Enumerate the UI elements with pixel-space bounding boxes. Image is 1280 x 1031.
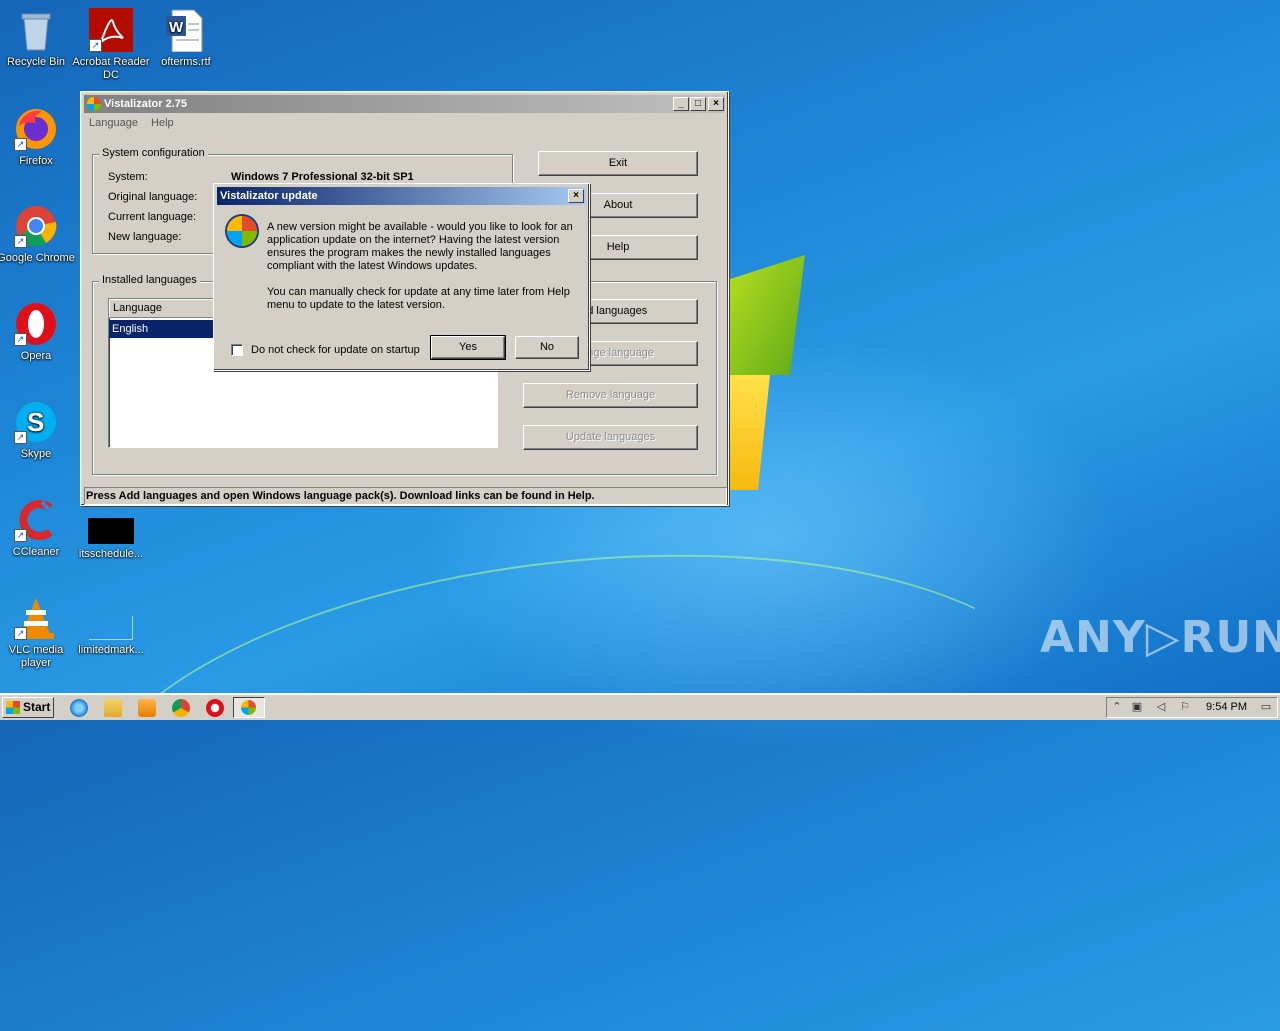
windows-logo-icon xyxy=(6,701,20,714)
list-item[interactable]: English xyxy=(109,320,219,338)
vistalizator-app-icon xyxy=(87,97,101,111)
maximize-button[interactable]: □ xyxy=(690,97,706,111)
dialog-message: A new version might be available - would… xyxy=(267,221,579,325)
svg-text:S: S xyxy=(27,407,44,437)
no-button[interactable]: No xyxy=(515,336,579,359)
shortcut-arrow-icon: ↗ xyxy=(14,529,27,542)
acrobat-icon: ↗ xyxy=(89,8,133,52)
dialog-paragraph-1: A new version might be available - would… xyxy=(267,221,573,272)
file-explorer-icon[interactable] xyxy=(104,699,122,717)
desktop-icon-ccleaner[interactable]: ↗ CCleaner xyxy=(0,498,75,559)
recycle-bin-icon xyxy=(14,8,58,52)
dialog-close-button[interactable]: × xyxy=(568,189,584,203)
network-icon[interactable]: ▣ xyxy=(1130,700,1144,714)
dialog-titlebar[interactable]: Vistalizator update × xyxy=(217,187,586,205)
desktop-icon-ofterms[interactable]: W ofterms.rtf xyxy=(147,8,225,69)
system-label: System: xyxy=(108,171,148,183)
svg-text:W: W xyxy=(169,19,184,36)
system-value: Windows 7 Professional 32-bit SP1 xyxy=(231,171,414,183)
system-tray: ⌃ ▣ ◁ ⚐ 9:54 PM ▭ xyxy=(1106,697,1278,718)
desktop-icon-limitedmark[interactable]: limitedmark... xyxy=(72,616,150,657)
menu-language[interactable]: Language xyxy=(89,117,138,129)
action-center-flag-icon[interactable]: ⚐ xyxy=(1178,700,1192,714)
start-button[interactable]: Start xyxy=(2,697,54,718)
menu-help[interactable]: Help xyxy=(151,117,174,129)
ccleaner-icon: ↗ xyxy=(14,498,58,542)
skype-icon: S ↗ xyxy=(14,400,58,444)
taskbar: Start ⌃ ▣ ◁ ⚐ 9:54 PM ▭ xyxy=(0,693,1280,720)
desktop-icon-skype[interactable]: S ↗ Skype xyxy=(0,400,75,461)
desktop-icon-label: VLC media player xyxy=(8,644,64,669)
desktop-icon-label: Firefox xyxy=(19,155,53,167)
group-label: Installed languages xyxy=(99,274,200,286)
desktop-icon-label: itsschedule... xyxy=(78,548,144,560)
wallpaper-swoosh xyxy=(60,508,1100,1031)
current-language-label: Current language: xyxy=(108,211,197,223)
anyrun-watermark: ANY▷RUN xyxy=(1040,612,1280,663)
menubar: Language Help xyxy=(84,114,179,132)
black-file-icon xyxy=(88,518,134,544)
dialog-paragraph-2: You can manually check for update at any… xyxy=(267,286,570,311)
shortcut-arrow-icon: ↗ xyxy=(14,627,27,640)
desktop-icon-firefox[interactable]: ↗ Firefox xyxy=(0,107,75,168)
wallpaper-flag-green xyxy=(730,255,805,375)
shortcut-arrow-icon: ↗ xyxy=(14,138,27,151)
start-label: Start xyxy=(23,700,51,714)
windows-logo-icon xyxy=(227,216,257,246)
checkbox-label[interactable]: Do not check for update on startup xyxy=(251,344,420,356)
desktop-icon-acrobat[interactable]: ↗ Acrobat Reader DC xyxy=(72,8,150,82)
update-languages-button[interactable]: Update languages xyxy=(523,425,698,450)
column-header-language[interactable]: Language xyxy=(109,299,219,318)
exit-button[interactable]: Exit xyxy=(538,151,698,176)
desktop-icon-label: limitedmark... xyxy=(78,644,144,656)
window-title: Vistalizator 2.75 xyxy=(104,98,187,110)
show-desktop-icon[interactable]: ▭ xyxy=(1259,700,1273,714)
yes-button[interactable]: Yes xyxy=(430,335,506,360)
status-bar: Press Add languages and open Windows lan… xyxy=(84,487,727,505)
desktop-icon-chrome[interactable]: ↗ Google Chrome xyxy=(0,204,75,265)
desktop-icon-vlc[interactable]: ↗ VLC media player xyxy=(0,596,75,670)
vistalizator-taskbar-icon xyxy=(241,700,256,715)
chrome-icon: ↗ xyxy=(14,204,58,248)
wallpaper-flag-yellow xyxy=(730,375,770,490)
clock[interactable]: 9:54 PM xyxy=(1206,701,1247,713)
desktop-icon-opera[interactable]: ↗ Opera xyxy=(0,302,75,363)
group-label: System configuration xyxy=(99,147,208,159)
volume-icon[interactable]: ◁ xyxy=(1154,700,1168,714)
chrome-taskbar-icon[interactable] xyxy=(172,699,190,717)
desktop-icon-label: Skype xyxy=(20,448,52,460)
desktop-icon-label: Opera xyxy=(20,350,52,362)
new-language-label: New language: xyxy=(108,231,182,243)
original-language-label: Original language: xyxy=(108,191,198,203)
vlc-cone-icon: ↗ xyxy=(14,596,58,640)
desktop-icon-label: Recycle Bin xyxy=(6,56,66,68)
dialog-title: Vistalizator update xyxy=(220,190,318,202)
desktop-icon-label: ofterms.rtf xyxy=(161,56,211,68)
shortcut-arrow-icon: ↗ xyxy=(89,39,102,52)
shortcut-arrow-icon: ↗ xyxy=(14,431,27,444)
taskbar-item-vistalizator[interactable] xyxy=(233,697,265,718)
opera-icon: ↗ xyxy=(14,302,58,346)
shortcut-arrow-icon: ↗ xyxy=(14,333,27,346)
media-player-icon[interactable] xyxy=(138,699,156,717)
desktop-icon-label: Acrobat Reader DC xyxy=(72,56,150,81)
remove-language-button[interactable]: Remove language xyxy=(523,383,698,408)
shortcut-arrow-icon: ↗ xyxy=(14,235,27,248)
word-document-icon: W xyxy=(164,8,208,53)
desktop-icon-label: CCleaner xyxy=(12,546,60,558)
close-button[interactable]: × xyxy=(708,97,724,111)
do-not-check-checkbox[interactable] xyxy=(231,344,243,356)
firefox-icon: ↗ xyxy=(14,107,58,151)
desktop-icon-recycle-bin[interactable]: Recycle Bin xyxy=(0,8,75,69)
desktop-icon-itsschedule[interactable]: itsschedule... xyxy=(72,518,150,561)
desktop-icon-label: Google Chrome xyxy=(0,252,75,264)
show-hidden-icons-icon[interactable]: ⌃ xyxy=(1110,700,1124,714)
opera-taskbar-icon[interactable] xyxy=(206,699,224,717)
internet-explorer-icon[interactable] xyxy=(70,699,88,717)
minimize-button[interactable]: _ xyxy=(673,97,689,111)
update-dialog: Vistalizator update × A new version migh… xyxy=(213,183,590,371)
window-titlebar[interactable]: Vistalizator 2.75 _ □ × xyxy=(84,95,725,113)
blank-file-icon xyxy=(89,616,133,640)
